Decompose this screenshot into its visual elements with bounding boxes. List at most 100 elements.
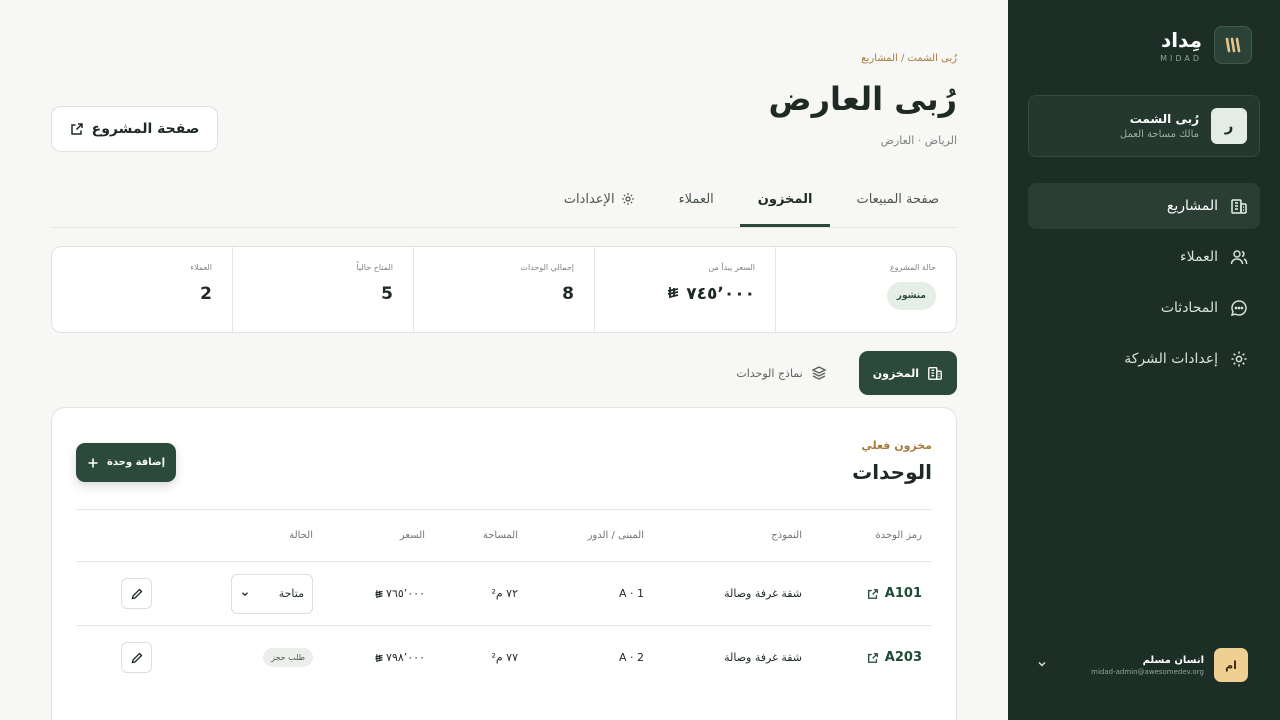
breadcrumb[interactable]: رُبى الشمت / المشاريع bbox=[861, 53, 957, 64]
user-name: انسان مسلم bbox=[1142, 654, 1204, 666]
stat-price: السعر يبدأ من ٧٤٥٬٠٠٠ bbox=[594, 247, 775, 332]
stat-label: السعر يبدأ من bbox=[708, 263, 755, 272]
unit-price: ٧٦٥٬٠٠٠ bbox=[374, 562, 425, 625]
gear-icon bbox=[1231, 351, 1247, 367]
unit-area: ٧٧ م² bbox=[491, 651, 518, 664]
project-tabs: صفحة المبيعات المخزون العملاء الإعدادات bbox=[51, 180, 957, 228]
riyal-icon bbox=[375, 653, 383, 662]
tab-sales-page[interactable]: صفحة المبيعات bbox=[838, 180, 957, 227]
brand-sub: MIDAD bbox=[1160, 53, 1202, 63]
stat-clients: العملاء 2 bbox=[52, 247, 232, 332]
unit-price: ٧٩٨٬٠٠٠ bbox=[374, 626, 425, 689]
external-link-icon bbox=[70, 123, 83, 135]
tab-clients[interactable]: العملاء bbox=[661, 180, 732, 227]
column-header: السعر bbox=[399, 530, 425, 541]
status-select[interactable]: متاحة bbox=[231, 573, 313, 614]
sidebar-item-label: العملاء bbox=[1180, 249, 1218, 265]
external-link-icon bbox=[867, 652, 878, 663]
layers-icon bbox=[811, 366, 827, 380]
workspace-name: رُبى الشمت bbox=[1129, 112, 1199, 126]
column-header: المساحة bbox=[482, 530, 518, 541]
project-stats: حالة المشروع منشور السعر يبدأ من ٧٤٥٬٠٠٠… bbox=[51, 246, 957, 333]
edit-unit-button[interactable] bbox=[121, 642, 152, 673]
card-title: الوحدات bbox=[852, 460, 932, 484]
page-subtitle: الرياض · العارض bbox=[880, 134, 957, 147]
stat-label: حالة المشروع bbox=[889, 263, 936, 272]
column-header: المبنى / الدور bbox=[587, 530, 644, 541]
column-header: النموذج bbox=[771, 530, 802, 541]
riyal-icon bbox=[375, 589, 383, 598]
sidebar-item-label: إعدادات الشركة bbox=[1124, 351, 1218, 367]
workspace-switcher[interactable]: ر رُبى الشمت مالك مساحة العمل bbox=[1028, 95, 1260, 157]
stat-label: إجمالي الوحدات bbox=[520, 263, 574, 272]
unit-model: شقة غرفة وصالة bbox=[724, 587, 802, 600]
building-icon bbox=[1231, 199, 1247, 214]
project-page-label: صفحة المشروع bbox=[91, 121, 200, 137]
units-card: مخزون فعلي الوحدات إضافة وحدة رمز الوحدة… bbox=[51, 407, 957, 720]
tab-settings[interactable]: الإعدادات bbox=[546, 180, 653, 227]
sidebar-item-label: المحادثات bbox=[1160, 300, 1218, 316]
sidebar-item-company-settings[interactable]: إعدادات الشركة bbox=[1028, 336, 1260, 382]
brand-name: مِداد bbox=[1160, 27, 1202, 52]
unit-model: شقة غرفة وصالة bbox=[724, 651, 802, 664]
sidebar-item-conversations[interactable]: المحادثات bbox=[1028, 285, 1260, 331]
plus-icon bbox=[88, 458, 98, 467]
status-badge: طلب حجز bbox=[263, 648, 313, 667]
sidebar: مِداد MIDAD ر رُبى الشمت مالك مساحة العم… bbox=[1008, 0, 1280, 720]
stat-value: 5 bbox=[381, 284, 393, 304]
add-unit-label: إضافة وحدة bbox=[106, 457, 166, 468]
subtab-inventory[interactable]: المخزون bbox=[858, 351, 957, 395]
tab-label: العملاء bbox=[678, 192, 714, 207]
sidebar-item-clients[interactable]: العملاء bbox=[1028, 234, 1260, 280]
users-icon bbox=[1230, 250, 1248, 265]
subtab-label: نماذج الوحدات bbox=[736, 366, 803, 380]
user-email: midad-admin@awesomedev.org bbox=[1091, 667, 1204, 676]
external-link-icon bbox=[867, 588, 878, 599]
chevron-down-icon bbox=[242, 591, 248, 596]
tab-inventory[interactable]: المخزون bbox=[739, 180, 831, 227]
column-header: رمز الوحدة bbox=[875, 530, 922, 541]
unit-floor: A · 1 bbox=[618, 587, 644, 600]
sidebar-item-label: المشاريع bbox=[1166, 198, 1218, 214]
building-icon bbox=[928, 367, 942, 380]
tab-label: صفحة المبيعات bbox=[856, 192, 939, 207]
pencil-icon bbox=[131, 588, 142, 599]
stat-label: المتاح حالياً bbox=[356, 263, 393, 272]
workspace-role: مالك مساحة العمل bbox=[1119, 129, 1199, 140]
stat-value: 8 bbox=[562, 284, 574, 304]
workspace-avatar: ر bbox=[1211, 108, 1247, 144]
stat-label: العملاء bbox=[190, 263, 212, 272]
project-page-button[interactable]: صفحة المشروع bbox=[51, 106, 218, 152]
avatar: ام bbox=[1214, 648, 1248, 682]
tab-label: الإعدادات bbox=[563, 192, 615, 207]
brand-logo-icon bbox=[1214, 26, 1252, 64]
riyal-icon bbox=[668, 287, 679, 299]
sidebar-item-projects[interactable]: المشاريع bbox=[1028, 183, 1260, 229]
table-row[interactable]: A203 شقة غرفة وصالة A · 2 ٧٧ م² ٧٩٨٬٠٠٠ bbox=[76, 625, 932, 689]
unit-code[interactable]: A101 bbox=[867, 562, 922, 625]
add-unit-button[interactable]: إضافة وحدة bbox=[76, 443, 176, 482]
user-menu[interactable]: ام انسان مسلم midad-admin@awesomedev.org bbox=[1028, 646, 1260, 684]
inventory-subtabs: المخزون نماذج الوحدات bbox=[722, 351, 957, 395]
subtab-label: المخزون bbox=[872, 366, 919, 380]
table-row[interactable]: A101 شقة غرفة وصالة A · 1 ٧٢ م² ٧٦٥٬٠٠٠ bbox=[76, 561, 932, 625]
chat-icon bbox=[1230, 300, 1247, 317]
stat-available: المتاح حالياً 5 bbox=[232, 247, 413, 332]
stat-value: ٧٤٥٬٠٠٠ bbox=[666, 284, 755, 304]
subtab-unit-models[interactable]: نماذج الوحدات bbox=[722, 351, 840, 395]
brand[interactable]: مِداد MIDAD bbox=[1160, 26, 1252, 64]
stat-total-units: إجمالي الوحدات 8 bbox=[413, 247, 594, 332]
gear-icon bbox=[621, 193, 634, 205]
units-table: رمز الوحدة النموذج المبنى / الدور المساح… bbox=[76, 509, 932, 689]
chevron-down-icon[interactable] bbox=[1036, 658, 1048, 670]
unit-code[interactable]: A203 bbox=[867, 626, 922, 689]
column-header: الحالة bbox=[289, 530, 313, 541]
status-badge: منشور bbox=[886, 282, 936, 310]
status-select-value: متاحة bbox=[278, 587, 304, 600]
tab-label: المخزون bbox=[757, 192, 813, 207]
edit-unit-button[interactable] bbox=[121, 578, 152, 609]
page-title: رُبى العارض bbox=[768, 80, 957, 118]
card-kicker: مخزون فعلي bbox=[861, 439, 932, 452]
unit-floor: A · 2 bbox=[618, 651, 644, 664]
stat-status: حالة المشروع منشور bbox=[775, 247, 956, 332]
